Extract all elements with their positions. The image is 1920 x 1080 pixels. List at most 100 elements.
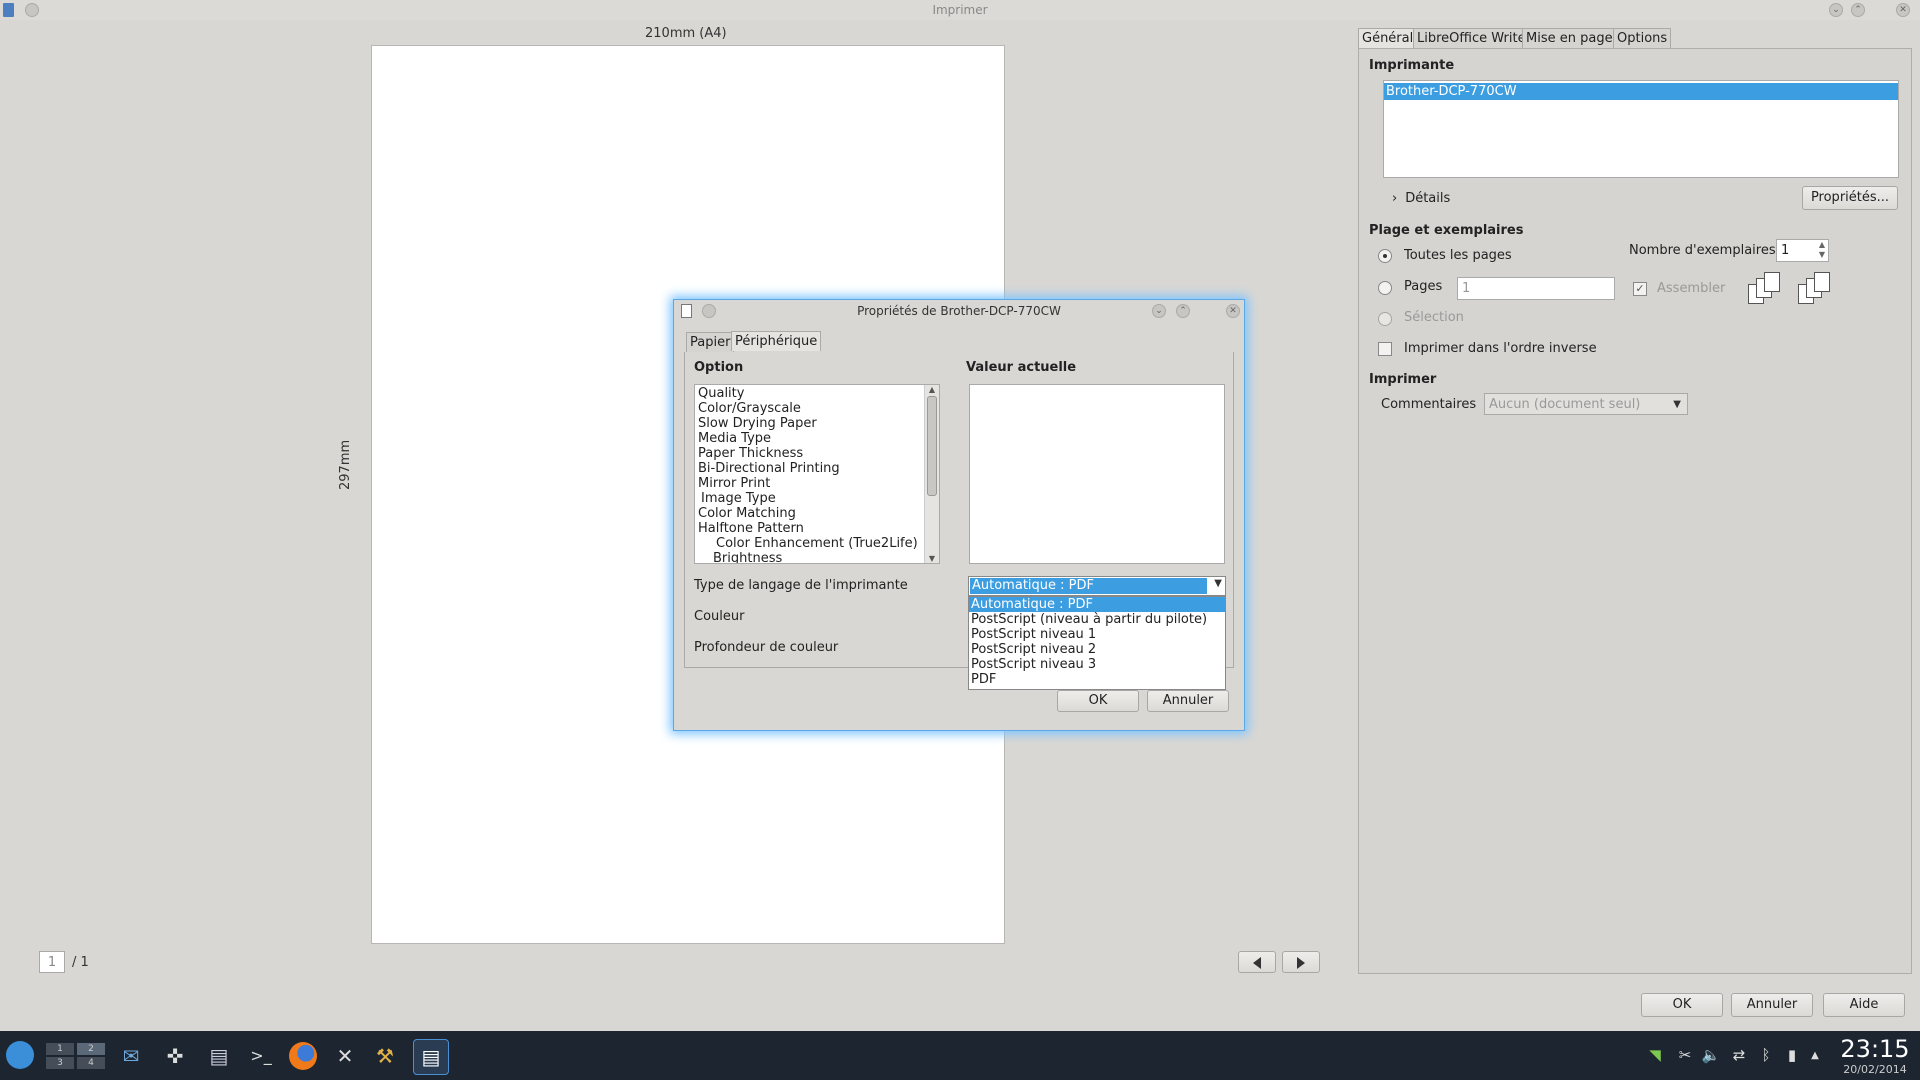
help-button[interactable]: Aide xyxy=(1823,993,1905,1017)
option-list-item[interactable]: Media Type xyxy=(698,431,939,446)
software-installer-icon[interactable]: ⚒ xyxy=(368,1039,402,1073)
dialog-menu-button[interactable] xyxy=(702,304,716,318)
chevron-right-icon xyxy=(1297,956,1305,969)
scroll-down-icon[interactable]: ▼ xyxy=(925,554,939,563)
option-list[interactable]: Quality Color/Grayscale Slow Drying Paper M… xyxy=(694,384,940,564)
next-page-button[interactable] xyxy=(1282,951,1320,973)
desktop-1[interactable]: 1 xyxy=(46,1043,74,1055)
printer-properties-dialog: Propriétés de Brother-DCP-770CW ⌄ ⌃ ✕ Pa… xyxy=(673,299,1245,731)
option-list-item[interactable]: Image Type xyxy=(698,491,939,506)
collate-checkbox[interactable]: ✓ xyxy=(1633,282,1647,296)
app-icon xyxy=(3,3,14,17)
cancel-button[interactable]: Annuler xyxy=(1731,993,1813,1017)
scroll-up-icon[interactable]: ▲ xyxy=(925,385,939,394)
option-list-item[interactable]: Color/Grayscale xyxy=(698,401,939,416)
document-icon xyxy=(681,304,692,318)
volume-icon[interactable]: 🔈 xyxy=(1700,1031,1722,1080)
comments-select[interactable]: Aucun (document seul) ▼ xyxy=(1484,393,1688,415)
page-total-label: / 1 xyxy=(72,955,89,970)
tab-libreoffice-writer[interactable]: LibreOffice Writer xyxy=(1413,28,1535,48)
dialog-maximize-button[interactable]: ⌃ xyxy=(1176,304,1190,318)
dropdown-option[interactable]: PostScript niveau 1 xyxy=(969,627,1225,642)
pages-label: Pages xyxy=(1404,279,1443,294)
reverse-order-checkbox[interactable] xyxy=(1378,342,1392,356)
printer-list-item[interactable]: Brother-DCP-770CW xyxy=(1384,83,1898,100)
dropdown-option[interactable]: PostScript (niveau à partir du pilote) xyxy=(969,612,1225,627)
option-list-scrollbar[interactable]: ▲ ▼ xyxy=(924,385,939,563)
help-center-icon[interactable]: ✜ xyxy=(158,1039,192,1073)
value-list[interactable] xyxy=(969,384,1225,564)
option-list-item[interactable]: Brightness xyxy=(698,551,939,563)
color-depth-label: Profondeur de couleur xyxy=(694,640,839,655)
language-type-select[interactable]: Automatique : PDF ▼ xyxy=(968,576,1226,596)
spin-arrows-icon: ▲ ▼ xyxy=(1818,240,1825,259)
virtual-desktop-pager[interactable]: 1 2 3 4 xyxy=(46,1043,106,1069)
copies-spinbox[interactable]: 1 ▲ ▼ xyxy=(1776,239,1829,262)
pages-input[interactable]: 1 xyxy=(1457,277,1615,300)
pages-radio[interactable] xyxy=(1378,281,1392,295)
minimize-button[interactable]: ⌄ xyxy=(1829,3,1843,17)
tab-device[interactable]: Périphérique xyxy=(731,331,822,351)
firefox-icon[interactable] xyxy=(286,1039,320,1073)
tab-options[interactable]: Options xyxy=(1613,28,1672,48)
page-number-field[interactable]: 1 xyxy=(39,951,65,973)
tab-paper[interactable]: Papier xyxy=(686,332,735,352)
maximize-button[interactable]: ⌃ xyxy=(1851,3,1865,17)
reverse-order-label: Imprimer dans l'ordre inverse xyxy=(1404,341,1597,356)
file-manager-icon[interactable]: ▤ xyxy=(202,1039,236,1073)
range-heading: Plage et exemplaires xyxy=(1369,223,1524,238)
network-icon[interactable]: ⇄ xyxy=(1728,1031,1750,1080)
option-list-item[interactable]: Quality xyxy=(698,386,939,401)
window-menu-button[interactable] xyxy=(25,3,39,17)
tray-expand-icon[interactable]: ▲ xyxy=(1808,1031,1822,1080)
option-list-item[interactable]: Halftone Pattern xyxy=(698,521,939,536)
option-list-item[interactable]: Slow Drying Paper xyxy=(698,416,939,431)
wifi-icon[interactable]: ◥ xyxy=(1644,1031,1666,1080)
chevron-right-icon: › xyxy=(1392,191,1398,206)
close-button[interactable]: ✕ xyxy=(1896,3,1910,17)
app-menu-icon[interactable] xyxy=(6,1041,34,1069)
settings-tools-icon[interactable]: ✕ xyxy=(328,1039,362,1073)
clipboard-icon[interactable]: ✂ xyxy=(1674,1031,1696,1080)
battery-icon[interactable]: ▮ xyxy=(1782,1031,1802,1080)
dialog-close-button[interactable]: ✕ xyxy=(1226,304,1240,318)
details-expander[interactable]: › Détails xyxy=(1392,191,1450,206)
option-list-item[interactable]: Color Enhancement (True2Life) xyxy=(698,536,939,551)
libreoffice-writer-icon[interactable]: ▤ xyxy=(413,1039,449,1075)
printer-properties-button[interactable]: Propriétés... xyxy=(1802,186,1898,210)
color-label: Couleur xyxy=(694,609,745,624)
dropdown-option[interactable]: PostScript niveau 2 xyxy=(969,642,1225,657)
dropdown-option[interactable]: PostScript niveau 3 xyxy=(969,657,1225,672)
desktop-2[interactable]: 2 xyxy=(77,1043,105,1055)
tab-general[interactable]: Général xyxy=(1358,28,1418,48)
option-list-item[interactable]: Bi-Directional Printing xyxy=(698,461,939,476)
option-header: Option xyxy=(694,360,744,375)
selection-label: Sélection xyxy=(1404,310,1464,325)
dropdown-option[interactable]: Automatique : PDF xyxy=(969,597,1225,612)
date[interactable]: 20/02/2014 xyxy=(1836,1063,1914,1076)
desktop-3[interactable]: 3 xyxy=(46,1057,74,1069)
option-list-item[interactable]: Mirror Print xyxy=(698,476,939,491)
taskbar: 1 2 3 4 ✉ ✜ ▤ >_ ✕ ⚒ ▤ ◥ ✂ 🔈 ⇄ ᛒ ▮ ▲ 23:… xyxy=(0,1031,1920,1080)
dialog-minimize-button[interactable]: ⌄ xyxy=(1152,304,1166,318)
selection-radio[interactable] xyxy=(1378,312,1392,326)
dropdown-option[interactable]: PDF xyxy=(969,672,1225,687)
option-list-item[interactable]: Paper Thickness xyxy=(698,446,939,461)
collate-pages-icon xyxy=(1748,272,1788,306)
clock[interactable]: 23:15 xyxy=(1836,1035,1914,1063)
ok-button[interactable]: OK xyxy=(1641,993,1723,1017)
language-dropdown-list[interactable]: Automatique : PDF PostScript (niveau à pa… xyxy=(968,596,1226,690)
option-list-item[interactable]: Color Matching xyxy=(698,506,939,521)
previous-page-button[interactable] xyxy=(1238,951,1276,973)
bluetooth-icon[interactable]: ᛒ xyxy=(1757,1031,1775,1080)
terminal-icon[interactable]: >_ xyxy=(244,1039,278,1073)
dialog-cancel-button[interactable]: Annuler xyxy=(1147,690,1229,712)
chevron-down-icon: ▼ xyxy=(1673,399,1681,410)
printer-list[interactable]: Brother-DCP-770CW xyxy=(1383,80,1899,178)
tab-layout[interactable]: Mise en page xyxy=(1522,28,1617,48)
scrollbar-thumb[interactable] xyxy=(927,396,937,496)
all-pages-radio[interactable] xyxy=(1378,249,1392,263)
dialog-ok-button[interactable]: OK xyxy=(1057,690,1139,712)
desktop-4[interactable]: 4 xyxy=(77,1057,105,1069)
mail-icon[interactable]: ✉ xyxy=(114,1039,148,1073)
